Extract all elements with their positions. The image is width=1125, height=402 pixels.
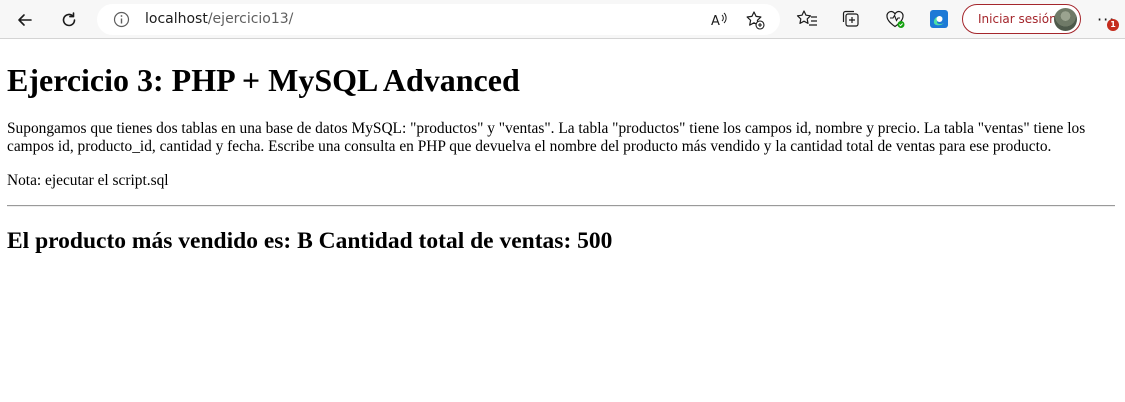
browser-toolbar: localhost/ejercicio13/ A Iniciar sesión … [0, 0, 1125, 39]
url-path: /ejercicio13/ [207, 11, 294, 27]
refresh-button[interactable] [54, 5, 84, 35]
avatar [1054, 8, 1077, 31]
page-title: Ejercicio 3: PHP + MySQL Advanced [7, 62, 520, 98]
url-host: localhost [145, 11, 208, 27]
more-button[interactable]: ··· 1 [1093, 8, 1119, 31]
refresh-icon [62, 12, 76, 27]
browser-essentials-icon[interactable] [884, 8, 906, 30]
exercise-description: Supongamos que tienes dos tablas en una … [7, 120, 1086, 155]
sign-in-button[interactable]: Iniciar sesión [962, 4, 1081, 34]
back-button[interactable] [10, 5, 40, 35]
url-text[interactable]: localhost/ejercicio13/ [145, 11, 293, 28]
collections-icon[interactable] [840, 8, 862, 30]
exercise-note: Nota: ejecutar el script.sql [7, 172, 169, 189]
back-icon [18, 14, 32, 26]
address-bar[interactable]: localhost/ejercicio13/ A [97, 4, 780, 35]
favorites-icon[interactable] [796, 8, 818, 30]
divider [7, 205, 1115, 207]
svg-text:A: A [711, 14, 720, 29]
read-aloud-icon[interactable]: A [709, 10, 729, 30]
page-content: Ejercicio 3: PHP + MySQL Advanced Supong… [0, 40, 1125, 402]
query-result: El producto más vendido es: B Cantidad t… [7, 228, 613, 254]
notification-badge: 1 [1107, 19, 1119, 31]
edge-icon[interactable] [928, 8, 950, 30]
sign-in-label: Iniciar sesión [978, 12, 1057, 26]
add-favorite-icon[interactable] [745, 10, 765, 30]
info-icon[interactable] [113, 11, 130, 28]
